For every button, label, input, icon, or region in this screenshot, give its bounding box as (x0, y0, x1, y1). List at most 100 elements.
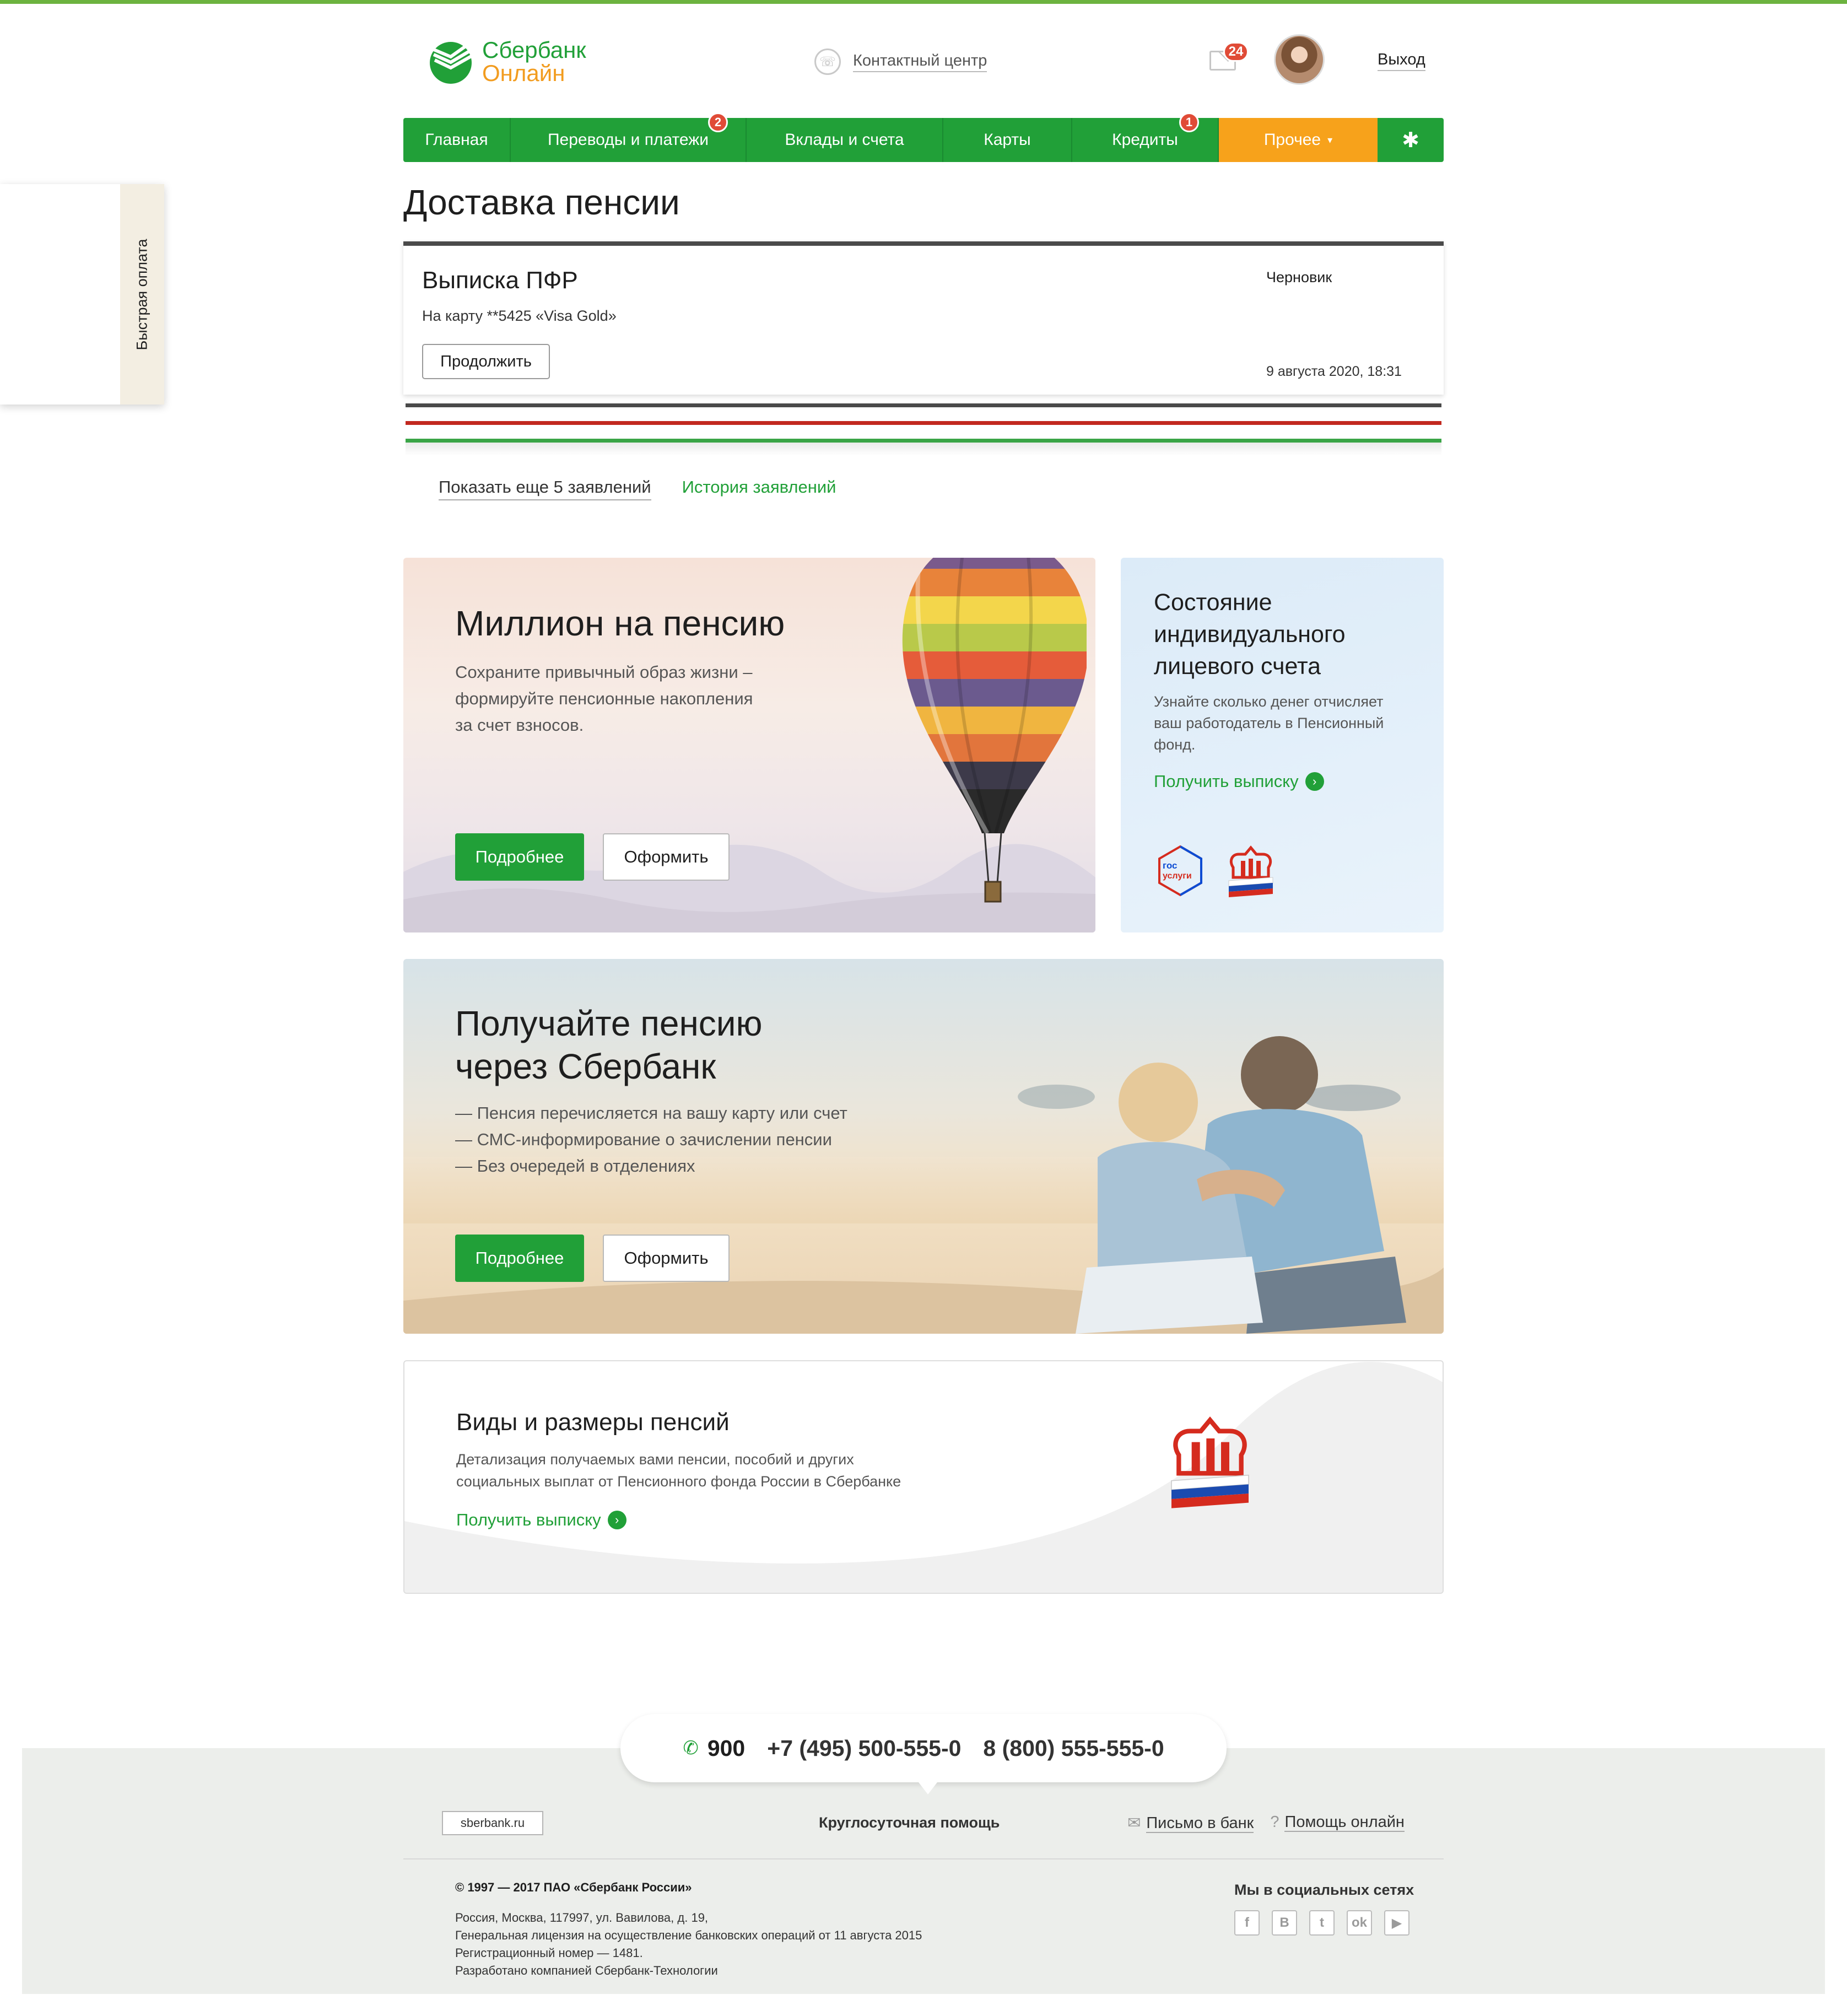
social-links: f В t ok ▶ (1234, 1910, 1409, 1936)
main-nav: Главная Переводы и платежи 2 Вклады и сч… (403, 112, 1444, 162)
continue-button[interactable]: Продолжить (422, 344, 550, 379)
top-accent-line (0, 0, 1847, 4)
account-card-text: Узнайте сколько денег отчисляет ваш рабо… (1154, 691, 1413, 756)
nav-item-label: Переводы и платежи (547, 131, 709, 149)
footer-divider (403, 1858, 1444, 1859)
application-card: Выписка ПФР На карту **5425 «Visa Gold» … (403, 241, 1444, 395)
page-title: Доставка пенсии (403, 182, 680, 222)
history-link[interactable]: История заявлений (682, 477, 836, 500)
text-line: Узнайте сколько денег отчисляет (1154, 693, 1384, 710)
link-label: Письмо в банк (1146, 1814, 1254, 1833)
applications-links: Показать еще 5 заявлений История заявлен… (439, 477, 836, 500)
chevron-right-icon: › (1305, 772, 1324, 791)
promo-text-line: за счет взносов. (455, 715, 584, 735)
text-line: Детализация получаемых вами пенсии, посо… (456, 1451, 854, 1468)
sberbank-logo[interactable]: Сбербанк Онлайн (427, 34, 603, 89)
sberbank-logo-icon (430, 42, 473, 84)
bullet-line: — Без очередей в отделениях (455, 1156, 695, 1176)
text-line: ваш работодатель в Пенсионный (1154, 715, 1384, 731)
phone-icon: ✆ (683, 1738, 699, 1759)
account-card-title: Состояние индивидуального лицевого счета (1154, 586, 1418, 682)
title-line: Состояние (1154, 589, 1272, 616)
phones-bubble: ✆ 900 +7 (495) 500-555-0 8 (800) 555-555… (620, 1714, 1227, 1782)
show-more-link[interactable]: Показать еще 5 заявлений (439, 477, 651, 500)
nav-item-cards[interactable]: Карты (943, 118, 1072, 162)
title-line: лицевого счета (1154, 653, 1321, 680)
help-online-link[interactable]: ? Помощь онлайн (1270, 1813, 1405, 1832)
logout-link[interactable]: Выход (1378, 51, 1425, 71)
phone-short[interactable]: 900 (708, 1735, 745, 1761)
nav-item-label: Прочее (1263, 131, 1321, 149)
stack-shadow (406, 443, 1441, 456)
avatar[interactable] (1274, 34, 1325, 85)
address-line: Россия, Москва, 117997, ул. Вавилова, д.… (455, 1911, 709, 1925)
gos-text: гос (1163, 860, 1177, 871)
promo-million-title: Миллион на пенсию (455, 603, 785, 643)
pension-apply-button[interactable]: Оформить (603, 1235, 730, 1282)
status-badge: Черновик (1266, 269, 1332, 285)
pfr-logo (1228, 845, 1273, 897)
text-line: фонд. (1154, 736, 1196, 753)
phone-free[interactable]: 8 (800) 555-555-0 (983, 1735, 1164, 1761)
account-status-card: Состояние индивидуального лицевого счета… (1121, 558, 1444, 932)
twitter-icon[interactable]: t (1309, 1910, 1335, 1936)
link-label: Помощь онлайн (1284, 1813, 1405, 1832)
vk-icon[interactable]: В (1272, 1910, 1297, 1936)
nav-item-main[interactable]: Главная (403, 118, 511, 162)
link-label: Получить выписку (456, 1510, 601, 1529)
phone-icon: ☏ (814, 48, 841, 75)
nav-badge: 1 (1179, 112, 1199, 132)
phone-moscow[interactable]: +7 (495) 500-555-0 (767, 1735, 961, 1761)
pfr-logo (1171, 1416, 1249, 1508)
million-more-button[interactable]: Подробнее (455, 833, 584, 881)
nav-item-credits[interactable]: Кредиты 1 (1072, 112, 1219, 162)
gear-icon: ✱ (1402, 128, 1419, 152)
address-line: Регистрационный номер — 1481. (455, 1946, 643, 1960)
stacked-application-line[interactable] (406, 403, 1441, 407)
link-label: Получить выписку (1154, 772, 1299, 791)
sberbank-site-link[interactable]: sberbank.ru (442, 1811, 543, 1835)
promo-pension-banner: Получайте пенсию через Сбербанк — Пенсия… (403, 959, 1444, 1334)
pension-types-title: Виды и размеры пенсий (456, 1409, 730, 1436)
letter-to-bank-link[interactable]: ✉ Письмо в банк (1127, 1813, 1254, 1833)
promo-pension-bullets: — Пенсия перечисляется на вашу карту или… (455, 1100, 847, 1179)
pension-types-card: Виды и размеры пенсий Детализация получа… (403, 1360, 1444, 1594)
legal-address: Россия, Москва, 117997, ул. Вавилова, д.… (455, 1909, 922, 1980)
uslugi-text: услуги (1163, 871, 1192, 881)
stacked-application-line[interactable] (406, 421, 1441, 425)
quick-pay-tab[interactable]: Быстрая оплата (120, 184, 164, 405)
title-line: через Сбербанк (455, 1047, 716, 1086)
youtube-icon[interactable]: ▶ (1384, 1910, 1409, 1936)
address-line: Генеральная лицензия на осуществление ба… (455, 1928, 922, 1942)
application-title: Выписка ПФР (422, 267, 578, 294)
get-statement-link[interactable]: Получить выписку › (1154, 772, 1324, 791)
odnoklassniki-icon[interactable]: ok (1347, 1910, 1372, 1936)
application-subtitle: На карту **5425 «Visa Gold» (422, 308, 617, 324)
nav-item-deposits[interactable]: Вклады и счета (747, 118, 943, 162)
contact-center-link[interactable]: ☏ Контактный центр (814, 48, 987, 75)
stacked-application-line[interactable] (406, 439, 1441, 443)
footer-links: ✉ Письмо в банк ? Помощь онлайн (1127, 1813, 1405, 1833)
chevron-right-icon: › (607, 1511, 627, 1529)
application-date: 9 августа 2020, 18:31 (1266, 364, 1402, 379)
pension-types-text: Детализация получаемых вами пенсии, посо… (456, 1448, 952, 1492)
address-line: Разработано компанией Сбербанк-Технологи… (455, 1964, 718, 1977)
hot-air-balloon-illustration (902, 558, 1087, 903)
contact-center-label: Контактный центр (853, 52, 987, 72)
caret-down-icon: ▾ (1327, 134, 1333, 145)
nav-item-other[interactable]: Прочее ▾ (1219, 118, 1378, 162)
nav-item-label: Карты (984, 131, 1031, 149)
promo-million-banner: Миллион на пенсию Сохраните привычный об… (403, 558, 1095, 932)
pension-statement-link[interactable]: Получить выписку › (456, 1510, 627, 1530)
facebook-icon[interactable]: f (1234, 1910, 1260, 1936)
pension-more-button[interactable]: Подробнее (455, 1235, 584, 1282)
promo-pension-title: Получайте пенсию через Сбербанк (455, 1002, 763, 1088)
million-apply-button[interactable]: Оформить (603, 833, 730, 881)
text-line: социальных выплат от Пенсионного фонда Р… (456, 1473, 901, 1490)
nav-item-transfers[interactable]: Переводы и платежи 2 (511, 112, 747, 162)
support-label: Круглосуточная помощь (819, 1814, 1000, 1831)
settings-button[interactable]: ✱ (1378, 118, 1444, 162)
bubble-tail (917, 1780, 939, 1794)
logo-line-2: Онлайн (482, 60, 565, 86)
mail-count-badge: 24 (1223, 42, 1249, 62)
